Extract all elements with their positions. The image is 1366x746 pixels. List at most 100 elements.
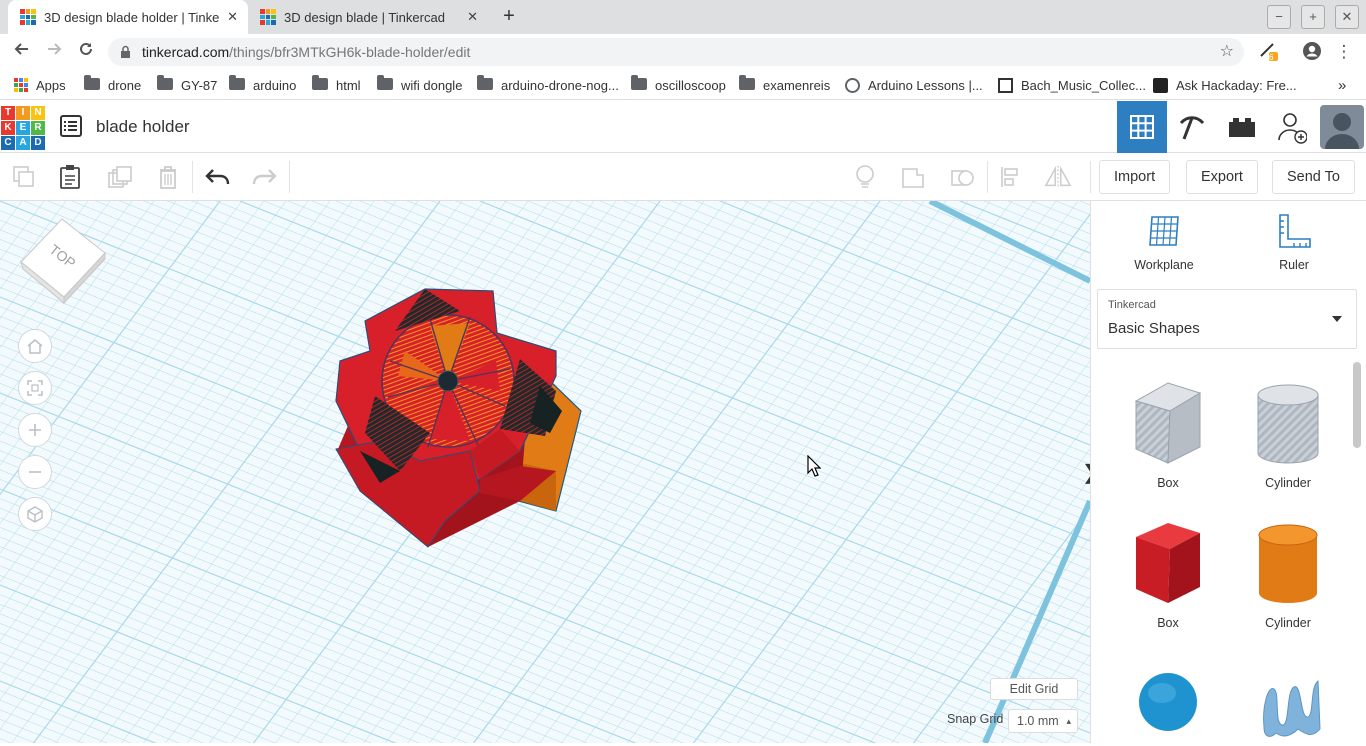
workplane-icon	[1149, 216, 1179, 246]
folder-icon	[157, 75, 173, 90]
close-window-button[interactable]: ✕	[1335, 5, 1359, 29]
shape-scribble[interactable]	[1243, 667, 1333, 746]
edit-grid-button[interactable]: Edit Grid	[990, 678, 1078, 700]
bookmark-link[interactable]: Ask Hackaday: Fre...	[1153, 76, 1297, 94]
redo-button[interactable]	[250, 163, 278, 191]
group-icon[interactable]	[900, 163, 928, 191]
shapes-panel: Workplane Ruler Tinkercad Basic Shapes B…	[1090, 201, 1366, 743]
bookmark-star-icon[interactable]: ☆	[1220, 38, 1234, 66]
tab-close-icon[interactable]: ✕	[227, 9, 238, 25]
snap-grid-select[interactable]: 1.0 mm ▴	[1008, 709, 1078, 733]
home-view-button[interactable]	[18, 329, 52, 363]
toolbar-divider	[1090, 161, 1091, 193]
zoom-in-button[interactable]	[18, 413, 52, 447]
cylinder-hole-icon	[1257, 384, 1319, 464]
reload-icon[interactable]	[75, 41, 97, 63]
snap-grid-label: Snap Grid	[947, 712, 1004, 726]
bookmark-folder[interactable]: oscilloscoop	[631, 75, 726, 94]
zoom-out-button[interactable]	[18, 455, 52, 489]
ruler-tool[interactable]: Ruler	[1254, 213, 1334, 272]
send-to-button[interactable]: Send To	[1272, 160, 1355, 194]
workplane-viewport[interactable]: TOP	[0, 201, 1090, 743]
bookmark-apps[interactable]: Apps	[14, 76, 66, 94]
toolbar-divider	[987, 161, 988, 193]
site-icon	[998, 77, 1013, 93]
minimize-button[interactable]: −	[1267, 5, 1291, 29]
library-name: Basic Shapes	[1108, 320, 1200, 337]
ruler-label: Ruler	[1279, 258, 1309, 272]
shape-box-solid[interactable]: Box	[1123, 519, 1213, 630]
bookmark-folder[interactable]: drone	[84, 75, 141, 94]
hackaday-icon	[1153, 77, 1168, 93]
delete-button[interactable]	[154, 163, 182, 191]
export-button[interactable]: Export	[1186, 160, 1258, 194]
shape-label: Cylinder	[1265, 616, 1311, 630]
add-user-icon[interactable]	[1267, 101, 1317, 153]
lightbulb-icon[interactable]	[851, 163, 879, 191]
align-icon[interactable]	[997, 163, 1025, 191]
extension-icon[interactable]: 6	[1257, 41, 1279, 63]
bookmark-folder[interactable]: arduino-drone-nog...	[477, 75, 619, 94]
design-name[interactable]: blade holder	[96, 117, 190, 137]
tinkercad-favicon	[260, 9, 276, 25]
folder-icon	[631, 75, 647, 90]
globe-icon	[845, 77, 860, 93]
perspective-toggle-button[interactable]	[18, 497, 52, 531]
browser-menu-icon[interactable]: ⋮	[1333, 41, 1355, 63]
folder-icon	[377, 75, 393, 90]
shape-box-hole[interactable]: Box	[1123, 379, 1213, 490]
bookmark-folder[interactable]: GY-87	[157, 75, 217, 94]
tab-close-icon[interactable]: ✕	[467, 9, 478, 25]
folder-icon	[477, 75, 493, 90]
new-tab-button[interactable]: +	[498, 5, 520, 27]
extension-badge: 6	[1269, 53, 1274, 62]
url-text: tinkercad.com/things/bfr3MTkGH6k-blade-h…	[142, 44, 471, 60]
folder-icon	[229, 75, 245, 90]
shape-sphere[interactable]	[1123, 667, 1213, 740]
workplane-tool[interactable]: Workplane	[1124, 213, 1204, 272]
shape-cylinder-hole[interactable]: Cylinder	[1243, 379, 1333, 490]
tinkercad-logo[interactable]: T I N K E R C A D	[1, 106, 45, 150]
mirror-icon[interactable]	[1044, 163, 1072, 191]
copy-button[interactable]	[10, 163, 38, 191]
3d-design-grid-icon[interactable]	[1117, 101, 1167, 153]
profile-icon[interactable]	[1301, 41, 1323, 63]
duplicate-button[interactable]	[106, 163, 134, 191]
snap-grid-value: 1.0 mm	[1017, 714, 1059, 728]
bookmark-link[interactable]: Bach_Music_Collec...	[998, 76, 1146, 94]
bookmark-folder[interactable]: html	[312, 75, 361, 94]
ruler-icon	[1279, 214, 1311, 248]
view-cube[interactable]: TOP	[18, 217, 108, 314]
app-header: T I N K E R C A D blade holder	[0, 101, 1366, 153]
design-list-icon[interactable]	[60, 115, 82, 137]
browser-tab-active[interactable]: 3D design blade holder | Tinker ✕	[8, 0, 248, 34]
forward-arrow-icon[interactable]	[43, 41, 65, 63]
browser-tab-bar: 3D design blade holder | Tinker ✕ 3D des…	[0, 0, 1366, 34]
chevron-down-icon	[1332, 316, 1342, 322]
shape-cylinder-solid[interactable]: Cylinder	[1243, 519, 1333, 630]
maximize-button[interactable]: +	[1301, 5, 1325, 29]
toolbar-divider	[289, 161, 290, 193]
bricks-icon[interactable]	[1217, 101, 1267, 153]
shape-label: Cylinder	[1265, 476, 1311, 490]
paste-button[interactable]	[57, 163, 85, 191]
undo-button[interactable]	[204, 163, 232, 191]
folder-icon	[312, 75, 328, 90]
workplane-label: Workplane	[1134, 258, 1194, 272]
bookmark-folder[interactable]: arduino	[229, 75, 296, 94]
ungroup-icon[interactable]	[949, 163, 977, 191]
pickaxe-icon[interactable]	[1167, 101, 1217, 153]
panel-scrollbar[interactable]	[1353, 362, 1361, 448]
more-bookmarks-button[interactable]: »	[1338, 76, 1346, 94]
avatar[interactable]	[1320, 105, 1364, 149]
address-bar[interactable]: tinkercad.com/things/bfr3MTkGH6k-blade-h…	[108, 38, 1244, 66]
fit-view-button[interactable]	[18, 371, 52, 405]
bookmark-link[interactable]: Arduino Lessons |...	[845, 76, 983, 94]
back-arrow-icon[interactable]	[11, 41, 33, 63]
blade-holder-model[interactable]	[0, 201, 1090, 743]
bookmark-folder[interactable]: examenreis	[739, 75, 830, 94]
import-button[interactable]: Import	[1099, 160, 1171, 194]
browser-tab[interactable]: 3D design blade | Tinkercad ✕	[248, 0, 488, 34]
bookmark-folder[interactable]: wifi dongle	[377, 75, 462, 94]
shape-library-select[interactable]: Tinkercad Basic Shapes	[1097, 289, 1357, 349]
